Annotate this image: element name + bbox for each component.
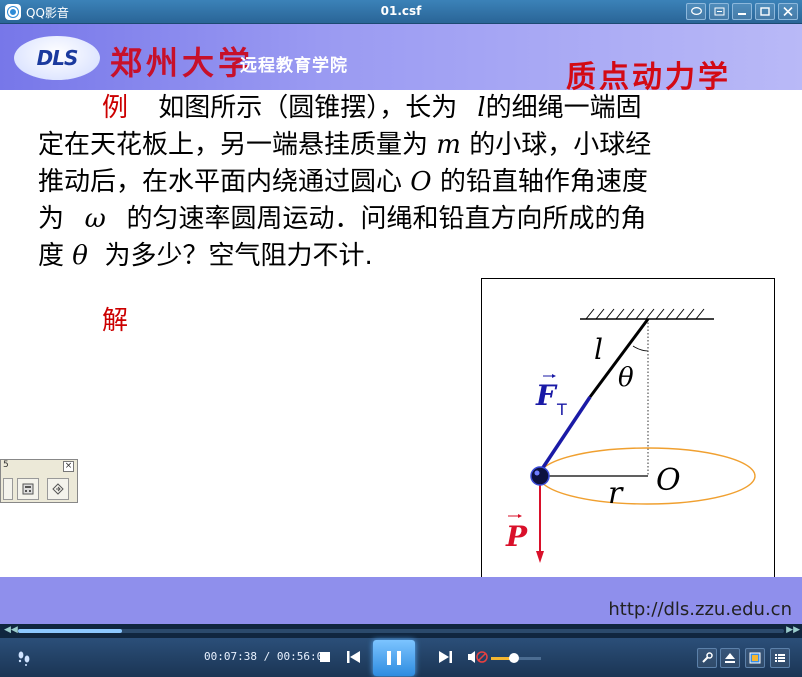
seek-back-icon[interactable]: ◀◀	[4, 625, 18, 635]
var-O: O	[410, 167, 432, 197]
dls-logo: DLS	[14, 36, 100, 80]
var-l: l	[477, 93, 486, 123]
gravity-arrowhead	[536, 551, 544, 563]
toolbar-close-button[interactable]: ×	[63, 461, 74, 472]
playlist-icon[interactable]	[770, 648, 790, 668]
document-title: 01.csf	[380, 4, 422, 18]
pause-bar-right	[397, 651, 401, 665]
problem-line-2b: 的小球，小球经	[469, 130, 652, 160]
slide-banner: DLS 郑州大学 远程教育学院 质点动力学	[0, 24, 802, 95]
var-m: m	[436, 130, 461, 160]
maximize-button[interactable]	[755, 3, 775, 20]
seek-forward-icon[interactable]: ▶▶	[786, 625, 800, 635]
close-button[interactable]	[778, 3, 798, 20]
next-button[interactable]	[437, 650, 453, 664]
stop-button[interactable]	[318, 650, 332, 664]
menu-icon[interactable]	[709, 3, 729, 20]
eject-icon[interactable]	[720, 648, 740, 668]
app-title: QQ影音	[26, 6, 69, 20]
example-label: 例	[102, 93, 129, 123]
solution-label: 解	[102, 306, 129, 336]
label-F-sub: T	[556, 400, 567, 419]
floating-toolbar[interactable]: 5 ×	[0, 459, 78, 503]
qqplayer-logo-icon[interactable]	[5, 4, 21, 20]
label-theta: θ	[618, 363, 634, 393]
pause-button[interactable]	[373, 640, 415, 676]
problem-line-4b: 的匀速率圆周运动．问绳和铅直方向所成的角	[126, 204, 647, 234]
label-r: r	[608, 476, 624, 511]
toolbar-handle[interactable]	[3, 478, 13, 500]
time-current: 00:07:38	[204, 650, 257, 663]
force-arrow-mark-head	[552, 374, 556, 378]
angle-arc	[632, 345, 649, 352]
school-name: 远程教育学院	[240, 56, 348, 76]
website-url: http://dls.zzu.edu.cn	[608, 599, 792, 620]
conical-pendulum-diagram: l θ F T O r P	[481, 278, 775, 578]
problem-text: 例 如图所示（圆锥摆），长为 l的细绳一端固 定在天花板上，另一端悬挂质量为 m …	[38, 90, 778, 275]
problem-line-1a: 如图所示（圆锥摆），长为	[158, 93, 458, 123]
mute-speaker-icon[interactable]	[467, 649, 489, 665]
diamond-arrow-icon[interactable]	[47, 478, 69, 500]
university-name: 郑州大学	[110, 44, 255, 82]
title-bar: QQ影音 01.csf	[0, 0, 802, 24]
time-separator: /	[256, 650, 277, 663]
seek-track[interactable]	[18, 629, 784, 633]
slide-footer: http://dls.zzu.edu.cn	[0, 577, 802, 624]
volume-slider[interactable]	[491, 653, 541, 663]
player-controls: 00:07:38 / 00:56:00	[0, 638, 802, 677]
var-omega: ω	[84, 204, 106, 234]
label-P: P	[505, 520, 528, 553]
problem-line-5a: 度	[38, 241, 65, 271]
pause-bar-left	[387, 651, 391, 665]
problem-line-2a: 定在天花板上，另一端悬挂质量为	[38, 130, 429, 160]
ceiling	[580, 308, 714, 320]
previous-button[interactable]	[345, 650, 361, 664]
calculator-icon[interactable]	[17, 478, 39, 500]
problem-line-4a: 为	[38, 204, 65, 234]
problem-line-5b: 为多少？空气阻力不计.	[104, 241, 373, 271]
video-slide[interactable]: DLS 郑州大学 远程教育学院 质点动力学 例 如图所示（圆锥摆），长为 l的细绳…	[0, 24, 802, 624]
minimize-button[interactable]	[732, 3, 752, 20]
label-F: F	[535, 379, 558, 412]
p-arrow-mark-head	[518, 514, 522, 518]
problem-line-1b: 的细绳一端固	[485, 93, 642, 123]
seek-bar[interactable]: ◀◀ ▶▶	[0, 624, 802, 638]
label-l: l	[594, 333, 603, 366]
problem-line-3b: 的铅直轴作角速度	[439, 167, 648, 197]
pendulum-ball	[530, 466, 550, 486]
problem-line-3a: 推动后，在水平面内绕通过圆心	[38, 167, 403, 197]
color-settings-icon[interactable]	[745, 648, 765, 668]
wrench-icon[interactable]	[697, 648, 717, 668]
volume-knob[interactable]	[508, 653, 519, 663]
chat-bubble-icon[interactable]	[686, 3, 706, 20]
footprint-icon[interactable]	[14, 648, 34, 668]
var-theta: θ	[72, 241, 88, 271]
label-O: O	[656, 463, 681, 498]
time-display: 00:07:38 / 00:56:00	[204, 650, 330, 663]
seek-progress	[18, 629, 123, 633]
